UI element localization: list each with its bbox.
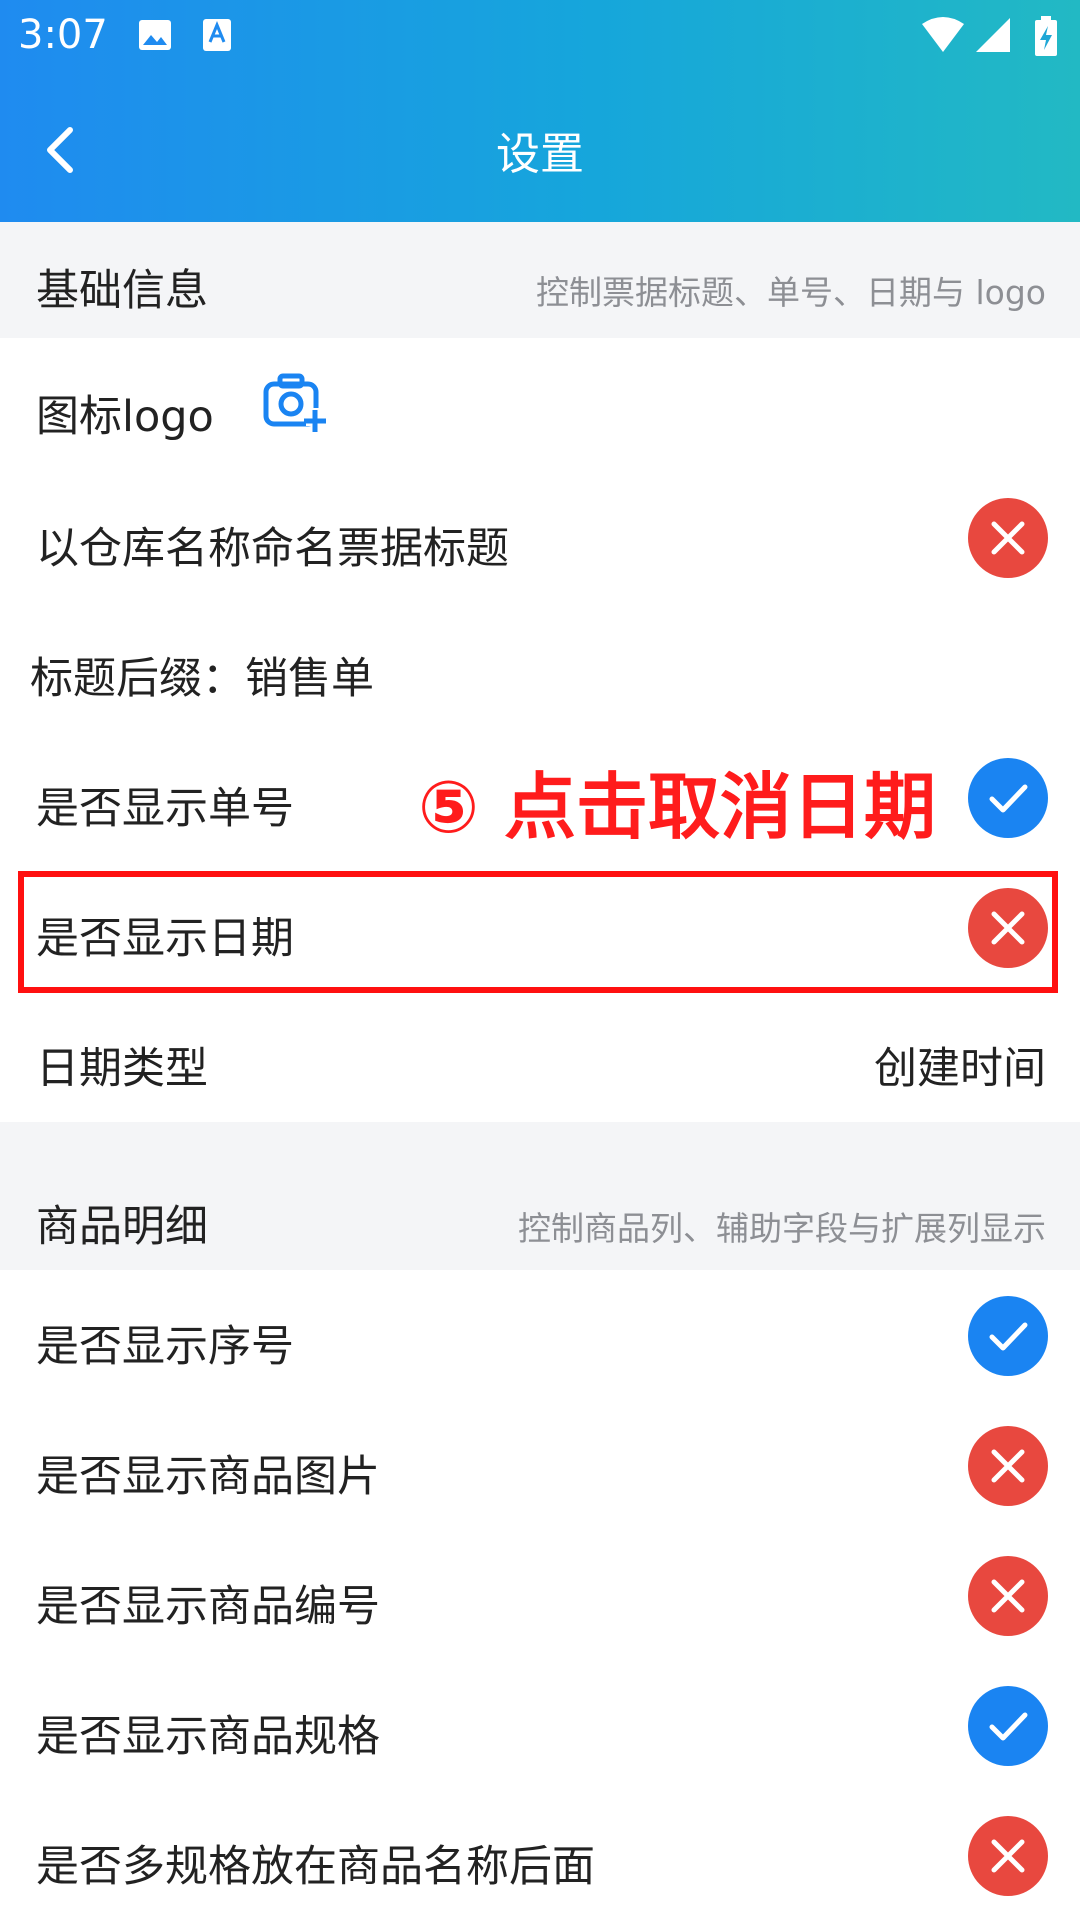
toggle-off-button[interactable]	[968, 1426, 1048, 1506]
row-label: 是否多规格放在商品名称后面	[36, 1842, 595, 1892]
toggle-on-button[interactable]	[968, 1686, 1048, 1766]
section-description: 控制票据标题、单号、日期与 logo	[536, 273, 1046, 312]
row-label: 是否显示序号	[36, 1322, 294, 1372]
show-seq-row: 是否显示序号	[0, 1270, 1080, 1401]
status-time: 3:07	[18, 12, 108, 58]
page-title: 设置	[496, 129, 584, 180]
nav-bar: 设置	[0, 74, 1080, 222]
close-icon	[991, 521, 1025, 555]
image-notification-icon	[136, 16, 174, 58]
row-label: 以仓库名称命名票据标题	[36, 524, 509, 574]
show-goods-spec-row: 是否显示商品规格	[0, 1660, 1080, 1791]
app-header: 3:07 设置	[0, 0, 1080, 222]
status-bar: 3:07	[0, 0, 1080, 74]
row-label: 是否显示单号	[36, 784, 294, 834]
row-label: 是否显示商品编号	[36, 1582, 380, 1632]
row-label: 日期类型	[36, 1044, 208, 1094]
row-label: 标题后缀：销售单	[30, 654, 374, 704]
toggle-on-button[interactable]	[968, 1296, 1048, 1376]
section-title: 商品明细	[36, 1202, 208, 1252]
row-value: 创建时间	[874, 1044, 1046, 1094]
section-title: 基础信息	[36, 266, 208, 316]
check-icon	[989, 1322, 1028, 1351]
close-icon	[991, 1449, 1025, 1483]
keyboard-notification-icon	[200, 16, 236, 58]
toggle-off-button[interactable]	[968, 1556, 1048, 1636]
tutorial-annotation: ⑤ 点击取消日期	[418, 765, 937, 849]
multi-spec-after-name-row: 是否多规格放在商品名称后面	[0, 1790, 1080, 1920]
title-suffix-row[interactable]: 标题后缀：销售单	[0, 602, 1080, 733]
section-goods-details: 商品明细 控制商品列、辅助字段与扩展列显示	[0, 1152, 1080, 1271]
use-warehouse-title-row: 以仓库名称命名票据标题	[0, 472, 1080, 603]
section-description: 控制商品列、辅助字段与扩展列显示	[518, 1209, 1046, 1248]
close-icon	[991, 1579, 1025, 1613]
show-goods-image-row: 是否显示商品图片	[0, 1400, 1080, 1531]
wifi-icon	[920, 16, 966, 58]
toggle-on-button[interactable]	[968, 758, 1048, 838]
check-icon	[989, 784, 1028, 813]
close-icon	[991, 1839, 1025, 1873]
row-label: 是否显示商品图片	[36, 1452, 380, 1502]
signal-icon	[974, 16, 1014, 58]
add-photo-icon[interactable]	[262, 372, 326, 438]
toggle-off-button[interactable]	[968, 498, 1048, 578]
show-goods-code-row: 是否显示商品编号	[0, 1530, 1080, 1661]
section-basic-info: 基础信息 控制票据标题、单号、日期与 logo	[0, 222, 1080, 339]
battery-charging-icon	[1034, 16, 1058, 62]
row-label: 是否显示商品规格	[36, 1712, 380, 1762]
logo-row[interactable]: 图标logo	[0, 338, 1080, 473]
check-icon	[989, 1712, 1028, 1741]
row-label: 图标logo	[36, 392, 214, 442]
toggle-off-button[interactable]	[968, 1816, 1048, 1896]
date-type-row[interactable]: 日期类型 创建时间	[0, 992, 1080, 1122]
highlight-box	[18, 871, 1058, 993]
